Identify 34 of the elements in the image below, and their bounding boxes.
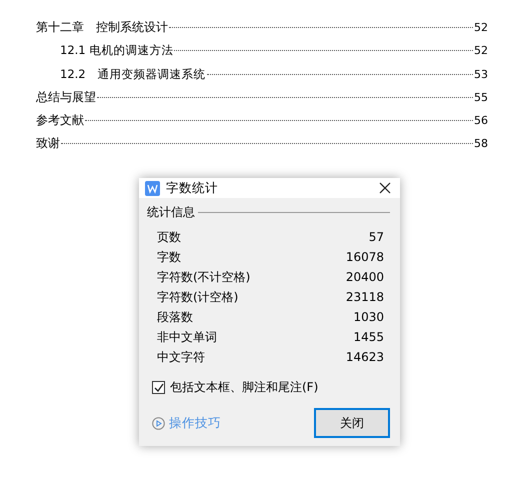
checkbox[interactable] <box>152 381 165 394</box>
stat-label: 非中文单词 <box>157 328 217 346</box>
play-icon <box>152 416 165 430</box>
page-number: 56 <box>474 113 488 130</box>
toc-entry: 总结与展望 <box>36 88 96 106</box>
stat-value: 57 <box>368 230 384 244</box>
toc-entry: 12.1 电机的调速方法 <box>60 42 174 60</box>
stat-value: 16078 <box>346 250 384 264</box>
stat-value: 20400 <box>346 270 384 284</box>
stat-label: 中文字符 <box>157 348 205 366</box>
page-number: 58 <box>474 136 488 152</box>
stat-label: 字符数(计空格) <box>157 288 238 306</box>
page-number: 53 <box>474 66 488 83</box>
stat-value: 23118 <box>346 290 384 304</box>
stat-value: 1030 <box>353 310 384 324</box>
close-button[interactable]: 关闭 <box>314 408 390 438</box>
stat-label: 字符数(不计空格) <box>157 268 250 286</box>
checkbox-label[interactable]: 包括文本框、脚注和尾注(F) <box>170 379 318 396</box>
toc-entry: 致谢 <box>36 135 60 152</box>
stat-label: 页数 <box>157 228 181 246</box>
stat-value: 14623 <box>346 350 384 364</box>
stat-label: 段落数 <box>157 308 193 326</box>
stat-label: 字数 <box>157 248 181 266</box>
toc-entry: 第十二章 控制系统设计 <box>36 19 168 36</box>
toc-entry: 12.2 通用变频器调速系统 <box>60 66 206 83</box>
close-icon[interactable] <box>378 181 392 195</box>
app-logo-icon <box>145 180 160 196</box>
page-number: 52 <box>474 43 488 60</box>
window-title: 字数统计 <box>166 180 219 196</box>
page-number: 55 <box>474 90 488 106</box>
page-number: 52 <box>474 20 488 36</box>
group-label: 统计信息 <box>147 204 195 221</box>
toc-entry: 参考文献 <box>36 112 84 130</box>
stat-value: 1455 <box>353 330 384 344</box>
